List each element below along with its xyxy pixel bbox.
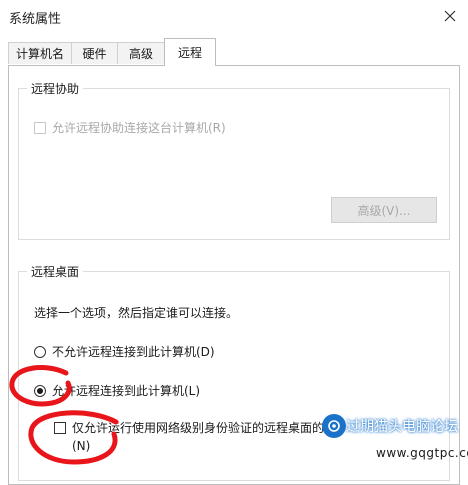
advanced-button[interactable]: 高级(V)... (331, 197, 437, 223)
remote-assistance-group: 远程协助 允许远程协助连接这台计算机(R) 高级(V)... (18, 80, 450, 240)
tab-remote[interactable]: 远程 (164, 38, 216, 66)
radio-circle-checked[interactable] (34, 384, 46, 397)
remote-assistance-title: 远程协助 (27, 80, 84, 97)
tab-advanced[interactable]: 高级 (117, 42, 165, 64)
close-icon (444, 10, 456, 22)
allow-remote-assistance-checkbox[interactable]: 允许远程协助连接这台计算机(R) (34, 119, 226, 136)
watermark-url: www.gqgtpc.com (376, 446, 468, 460)
window-title: 系统属性 (9, 12, 62, 27)
close-button[interactable] (436, 4, 464, 28)
radio-circle[interactable] (34, 345, 46, 358)
checkbox-box[interactable] (34, 121, 46, 134)
checkbox-box[interactable] (54, 421, 66, 434)
radio-disallow-remote[interactable]: 不允许远程连接到此计算机(D) (34, 343, 215, 360)
nla-label: 仅允许运行使用网络级别身份验证的远程桌面的计 (72, 421, 337, 435)
allow-remote-assistance-label: 允许远程协助连接这台计算机(R) (52, 121, 226, 135)
watermark-logo-icon (322, 414, 346, 438)
nla-label-continued: (N) (72, 439, 91, 453)
nla-checkbox[interactable]: 仅允许运行使用网络级别身份验证的远程桌面的计 (54, 419, 336, 436)
watermark-text: 过期猫头电脑论坛 (346, 419, 458, 435)
remote-desktop-title: 远程桌面 (27, 263, 84, 280)
radio-allow-label: 允许远程连接到此计算机(L) (52, 384, 201, 398)
tab-hardware[interactable]: 硬件 (71, 42, 118, 64)
radio-allow-remote[interactable]: 允许远程连接到此计算机(L) (34, 382, 200, 399)
radio-disallow-label: 不允许远程连接到此计算机(D) (52, 345, 215, 359)
remote-desktop-instruction: 选择一个选项，然后指定谁可以连接。 (34, 306, 239, 320)
tab-computer-name[interactable]: 计算机名 (8, 42, 72, 64)
title-bar: 系统属性 (0, 0, 468, 34)
